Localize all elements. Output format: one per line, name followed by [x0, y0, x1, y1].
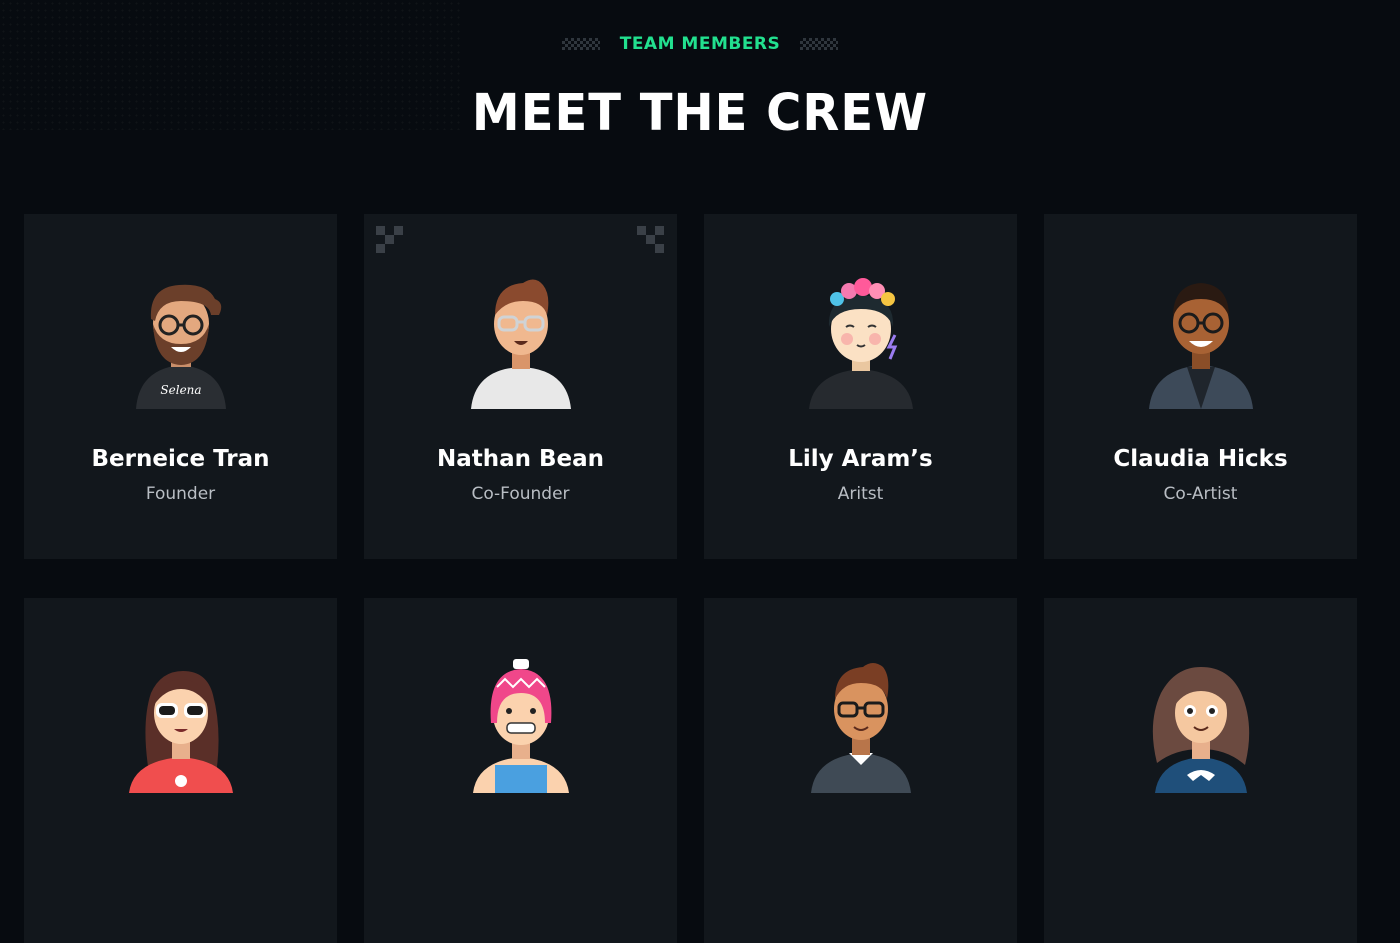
team-card[interactable]: Selena Berneice Tran Founder	[24, 214, 337, 559]
man-glasses-avatar	[451, 269, 591, 409]
team-card[interactable]: Lily Aram’s Aritst	[704, 214, 1017, 559]
man-glasses-sweater-avatar	[791, 653, 931, 793]
member-role: Founder	[145, 484, 216, 504]
corner-decoration-left	[376, 226, 404, 254]
team-card[interactable]	[1044, 598, 1357, 943]
woman-flower-crown-avatar	[791, 269, 931, 409]
woman-sunglasses-avatar	[111, 653, 251, 793]
svg-text:Selena: Selena	[160, 383, 201, 397]
member-name: Lily Aram’s	[788, 446, 933, 472]
curly-hair-woman-avatar	[1131, 653, 1271, 793]
checker-decoration-left	[561, 38, 600, 50]
section-title: MEET THE CREW	[471, 83, 929, 143]
checker-decoration-right	[800, 38, 839, 50]
team-card[interactable]: Claudia Hicks Co-Artist	[1044, 214, 1357, 559]
member-role: Aritst	[837, 484, 884, 504]
member-role: Co-Founder	[471, 484, 570, 504]
beanie-kid-avatar	[451, 653, 591, 793]
eyebrow-label: TEAM MEMBERS	[619, 34, 781, 54]
section-eyebrow: TEAM MEMBERS	[0, 34, 1400, 54]
man-glasses-suit-avatar	[1131, 269, 1271, 409]
member-name: Berneice Tran	[91, 446, 270, 472]
team-card[interactable]	[364, 598, 677, 943]
member-name: Nathan Bean	[436, 446, 605, 472]
corner-decoration-right	[637, 226, 665, 254]
member-name: Claudia Hicks	[1113, 446, 1288, 472]
team-card[interactable]	[704, 598, 1017, 943]
bearded-man-glasses-avatar: Selena	[111, 269, 251, 409]
member-role: Co-Artist	[1163, 484, 1238, 504]
team-card[interactable]	[24, 598, 337, 943]
team-card[interactable]: Nathan Bean Co-Founder	[364, 214, 677, 559]
